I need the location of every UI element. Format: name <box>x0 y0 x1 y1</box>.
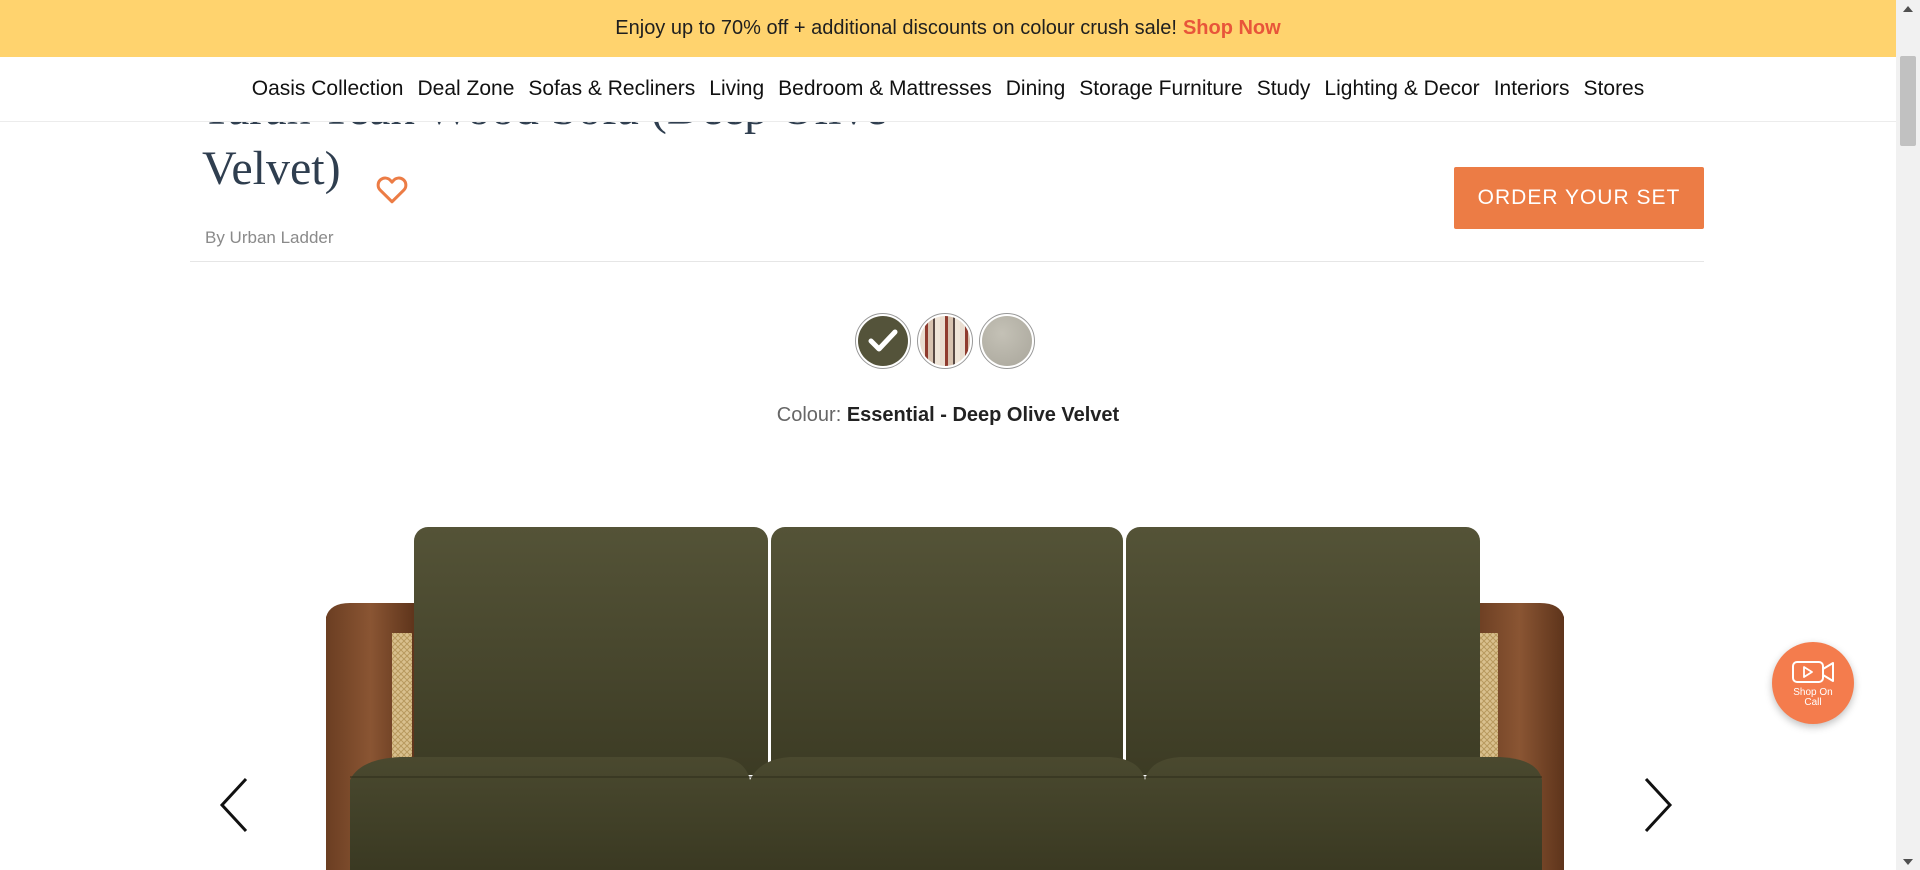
nav-item-oasis-collection[interactable]: Oasis Collection <box>252 77 404 101</box>
nav-item-sofas-recliners[interactable]: Sofas & Recliners <box>528 77 695 101</box>
check-icon <box>868 329 898 352</box>
nav-item-bedroom-mattresses[interactable]: Bedroom & Mattresses <box>778 77 992 101</box>
swatch-grey-fabric[interactable] <box>979 313 1035 369</box>
swatch-deep-olive-velvet[interactable] <box>855 313 911 369</box>
nav-item-stores[interactable]: Stores <box>1584 77 1645 101</box>
scroll-down-icon[interactable] <box>1896 853 1920 870</box>
product-header: Taran Teak Wood Sofa (Deep Olive Velvet)… <box>190 121 1704 262</box>
colour-swatches <box>855 313 1035 369</box>
nav-item-living[interactable]: Living <box>709 77 764 101</box>
scrollbar-thumb[interactable] <box>1900 56 1916 146</box>
wishlist-heart-icon[interactable] <box>374 171 410 207</box>
shop-now-link[interactable]: Shop Now <box>1183 17 1281 40</box>
chevron-left-icon[interactable] <box>214 773 254 837</box>
scroll-up-icon[interactable] <box>1896 0 1920 17</box>
product-image <box>326 527 1564 870</box>
chevron-right-icon[interactable] <box>1638 773 1678 837</box>
nav-item-deal-zone[interactable]: Deal Zone <box>417 77 514 101</box>
video-call-icon <box>1792 660 1834 683</box>
nav-item-interiors[interactable]: Interiors <box>1494 77 1570 101</box>
nav-item-storage-furniture[interactable]: Storage Furniture <box>1079 77 1242 101</box>
nav-item-lighting-decor[interactable]: Lighting & Decor <box>1324 77 1479 101</box>
swatch-patterned-fabric[interactable] <box>917 313 973 369</box>
shop-on-call-label: Shop On Call <box>1793 686 1833 708</box>
promo-text: Enjoy up to 70% off + additional discoun… <box>615 17 1177 39</box>
main-nav: Oasis Collection Deal Zone Sofas & Recli… <box>0 57 1896 122</box>
nav-item-study[interactable]: Study <box>1257 77 1311 101</box>
page-scrollbar[interactable] <box>1896 0 1920 870</box>
nav-item-dining[interactable]: Dining <box>1006 77 1066 101</box>
selected-colour: Colour: Essential - Deep Olive Velvet <box>0 404 1896 427</box>
shop-on-call-button[interactable]: Shop On Call <box>1772 642 1854 724</box>
brand-byline: By Urban Ladder <box>205 228 334 247</box>
colour-label: Colour: <box>776 404 842 426</box>
promo-banner: Enjoy up to 70% off + additional discoun… <box>0 0 1896 57</box>
colour-value: Essential - Deep Olive Velvet <box>846 404 1120 426</box>
product-title: Taran Teak Wood Sofa (Deep Olive Velvet) <box>202 121 887 195</box>
order-your-set-button[interactable]: ORDER YOUR SET <box>1454 167 1704 229</box>
